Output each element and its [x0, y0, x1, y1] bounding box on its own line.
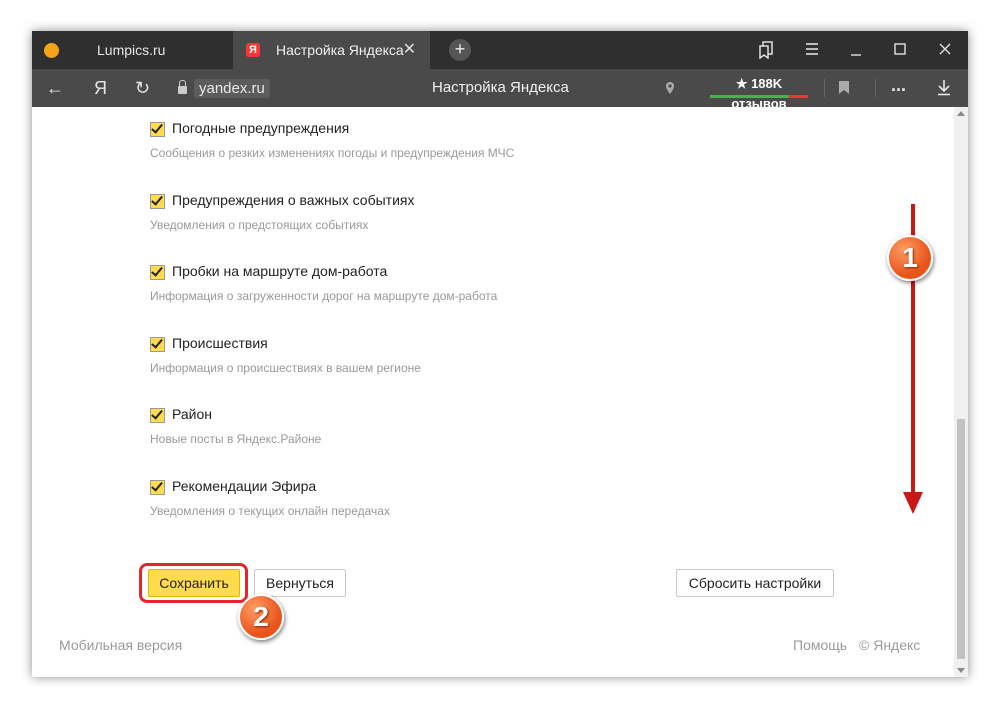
step-1-badge: 1 [887, 235, 933, 281]
scroll-arrow-annotation [903, 204, 923, 514]
step-2-badge: 2 [238, 594, 284, 640]
